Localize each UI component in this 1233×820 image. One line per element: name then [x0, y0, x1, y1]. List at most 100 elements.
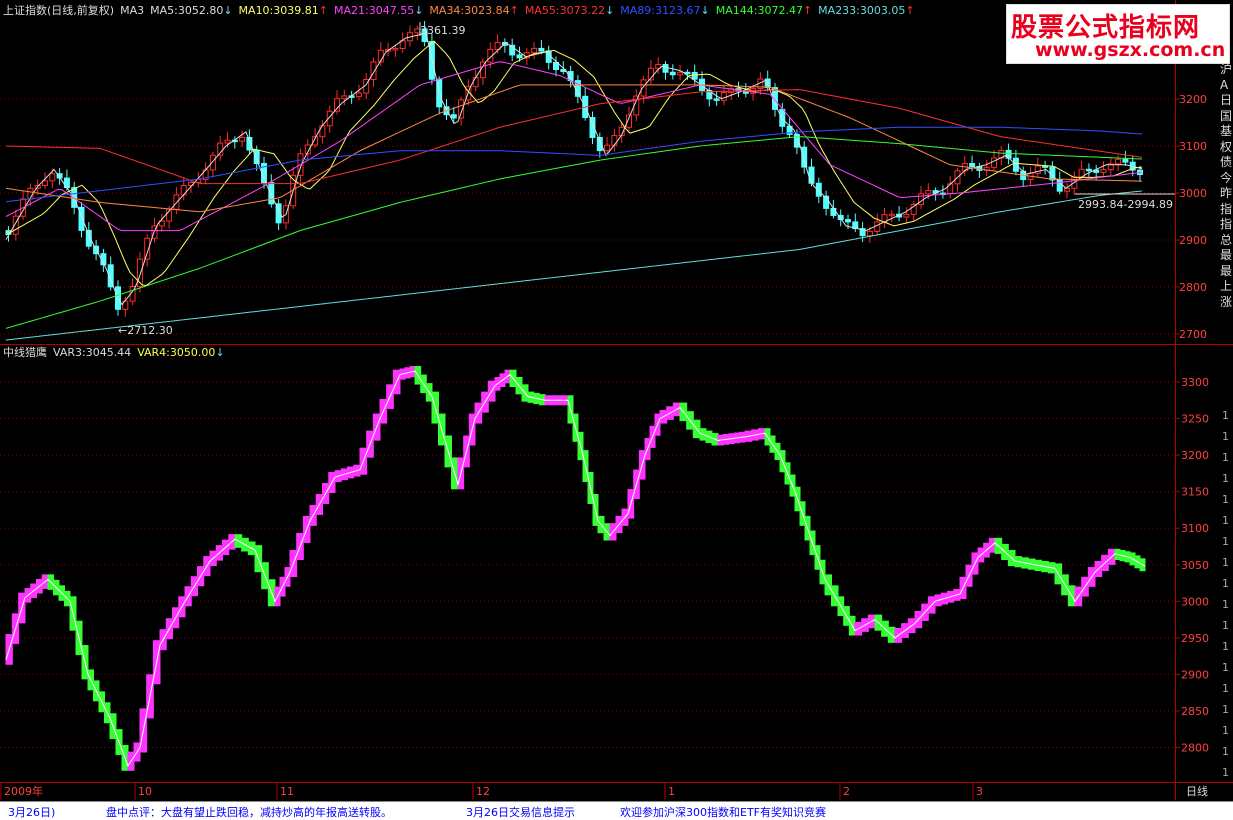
- candle-body: [1085, 168, 1092, 172]
- candle-body: [63, 177, 70, 189]
- status-comment[interactable]: 盘中点评：大盘有望止跌回稳，减持炒高的年报高送转股。: [106, 804, 392, 820]
- candle-body: [866, 230, 873, 237]
- candle-body: [611, 135, 618, 146]
- candle-body: [239, 136, 246, 142]
- upper-axis-label: 3200: [1179, 93, 1207, 106]
- candle-body: [669, 71, 676, 76]
- right-info-char: A: [1220, 77, 1229, 92]
- candle-body: [969, 163, 976, 167]
- ma-arrow-3: ↓: [414, 4, 424, 17]
- candle-body: [779, 108, 786, 127]
- status-notice[interactable]: 3月26日交易信息提示: [466, 804, 575, 820]
- right-info-char-lower: 1: [1222, 535, 1229, 548]
- time-axis-label: 10: [138, 785, 152, 798]
- lower-chart-title: 中线猎鹰: [3, 346, 47, 359]
- lower-axis-label: 3250: [1181, 413, 1209, 426]
- right-info-char-lower: 1: [1222, 472, 1229, 485]
- lower-axis-label: 3150: [1181, 486, 1209, 499]
- lower-axis-label: 2900: [1181, 668, 1209, 681]
- lower-axis-label: 3300: [1181, 376, 1209, 389]
- upper-axis-label: 2700: [1179, 328, 1207, 341]
- candle-body: [253, 149, 260, 165]
- right-info-char-lower: 1: [1222, 514, 1229, 527]
- right-info-char: 最: [1220, 263, 1233, 278]
- candle-body: [450, 114, 457, 119]
- upper-axis-label: 2900: [1179, 234, 1207, 247]
- candle-body: [903, 213, 910, 218]
- time-axis-label: 2009年: [4, 784, 43, 798]
- right-info-char: 最: [1220, 248, 1233, 262]
- lower-axis-label: 3000: [1181, 595, 1209, 608]
- right-info-char: 日: [1220, 93, 1233, 107]
- candle-body: [480, 61, 486, 79]
- ma-2: MA10:3039.81: [238, 4, 319, 17]
- candle-body: [691, 71, 698, 80]
- right-info-char: 今: [1220, 170, 1233, 185]
- ma-5: MA55:3073.22: [524, 4, 606, 17]
- candle-body: [1100, 169, 1107, 173]
- status-bar: 3月26日) 盘中点评：大盘有望止跌回稳，减持炒高的年报高送转股。 3月26日交…: [0, 801, 1233, 820]
- right-info-char: 指: [1220, 217, 1233, 231]
- lower-axis-label: 3050: [1181, 559, 1209, 572]
- low-annotation: ←2712.30: [118, 324, 173, 337]
- time-axis-label: 3: [976, 785, 983, 798]
- right-info-char: 总: [1220, 232, 1233, 247]
- right-info-char-lower: 1: [1222, 703, 1229, 716]
- lower-axis-label: 2950: [1181, 632, 1209, 645]
- right-info-char-lower: 1: [1222, 493, 1229, 506]
- candle-body: [1115, 158, 1122, 165]
- right-info-char: 沪: [1220, 62, 1233, 76]
- lower-axis-label: 3100: [1181, 522, 1209, 535]
- candle-body: [370, 61, 377, 80]
- ma-legend: MA3 MA5:3052.80↓ MA10:3039.81↑ MA21:3047.55…: [120, 4, 921, 17]
- ma-6: MA89:3123.67: [620, 4, 701, 17]
- right-info-char-lower: 1: [1222, 766, 1229, 779]
- right-info-char-lower: 1: [1222, 619, 1229, 632]
- candle-body: [538, 47, 545, 52]
- status-promo[interactable]: 欢迎参加沪深300指数和ETF有奖知识竞赛: [620, 804, 826, 820]
- time-axis-label: 1: [668, 785, 675, 798]
- upper-indicator-header: 上证指数(日线,前复权) MA3 MA5:3052.80↓ MA10:3039.81↑…: [3, 4, 927, 18]
- status-date[interactable]: 3月26日): [8, 804, 55, 820]
- upper-axis-label: 3000: [1179, 187, 1207, 200]
- candle-body: [341, 95, 348, 100]
- right-info-char-lower: 1: [1222, 556, 1229, 569]
- candle-body: [355, 92, 362, 98]
- candle-body: [947, 183, 954, 195]
- chart-canvas[interactable]: 3200 3100 3000 2900 2800 2700 3300 3250 3200 3150…: [0, 0, 1233, 800]
- right-info-char: 债: [1220, 155, 1233, 169]
- high-annotation: 3361.39: [420, 24, 466, 37]
- right-info-char: 上: [1220, 279, 1233, 293]
- candle-body: [531, 47, 538, 54]
- lower-axis-label: 2850: [1181, 705, 1209, 718]
- candle-body: [334, 98, 340, 112]
- last-range-annotation: 2993.84-2994.89: [1078, 198, 1173, 211]
- candle-body: [662, 64, 669, 73]
- period-label[interactable]: 日线: [1186, 783, 1208, 799]
- right-info-char-lower: 1: [1222, 682, 1229, 695]
- ma-arrow-7: ↑: [802, 4, 813, 17]
- candle-body: [49, 173, 56, 182]
- candle-body: [209, 154, 216, 171]
- candle-body: [720, 91, 727, 101]
- right-info-char-lower: 1: [1222, 745, 1229, 758]
- candle-body: [713, 98, 720, 101]
- right-info-char: 基: [1220, 124, 1233, 138]
- right-info-char: 指: [1220, 201, 1233, 216]
- ma-arrow-4: ↑: [509, 4, 519, 17]
- right-info-char-lower: 1: [1222, 577, 1229, 590]
- right-info-char-lower: 1: [1222, 640, 1229, 653]
- ma-0: MA3: [120, 4, 145, 17]
- ma-8: MA233:3003.05: [818, 4, 906, 17]
- candle-body: [42, 180, 48, 187]
- candle-body: [604, 144, 611, 152]
- candle-body: [677, 71, 684, 76]
- right-info-char-lower: 1: [1222, 409, 1229, 422]
- right-info-char-lower: 1: [1222, 430, 1229, 443]
- upper-chart-title: 上证指数(日线,前复权): [3, 4, 115, 17]
- ma-7: MA144:3072.47: [715, 4, 803, 17]
- candle-body: [268, 182, 275, 205]
- right-info-char: 昨: [1220, 186, 1233, 200]
- candle-body: [991, 157, 997, 168]
- right-info-char-lower: 1: [1222, 661, 1229, 674]
